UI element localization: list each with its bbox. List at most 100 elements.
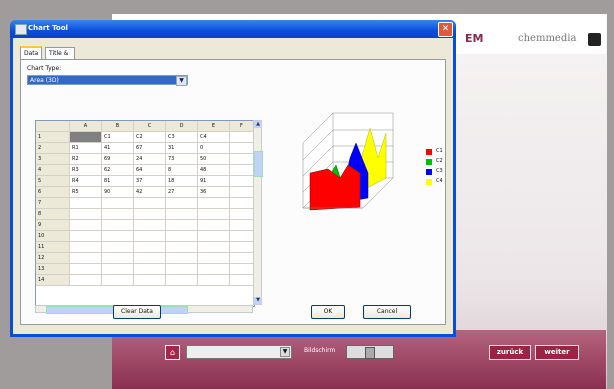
scroll-up-icon[interactable]: ▲ xyxy=(254,121,262,128)
grid-cell[interactable] xyxy=(166,253,198,264)
grid-cell[interactable] xyxy=(70,231,102,242)
grid-cell[interactable] xyxy=(102,209,134,220)
grid-vertical-scrollbar[interactable]: ▲ ▼ xyxy=(253,120,263,305)
grid-cell[interactable] xyxy=(70,253,102,264)
grid-cell[interactable] xyxy=(230,253,254,264)
grid-cell[interactable]: R2 xyxy=(70,154,102,165)
grid-cell[interactable] xyxy=(230,198,254,209)
grid-cell[interactable] xyxy=(166,220,198,231)
grid-cell[interactable] xyxy=(198,209,230,220)
grid-cell[interactable] xyxy=(102,231,134,242)
grid-cell[interactable] xyxy=(198,242,230,253)
home-button[interactable]: ⌂ xyxy=(165,345,180,360)
grid-cell[interactable] xyxy=(102,242,134,253)
cancel-button[interactable]: Cancel xyxy=(363,305,411,319)
grid-cell[interactable] xyxy=(166,264,198,275)
grid-cell[interactable]: C3 xyxy=(166,132,198,143)
grid-cell[interactable]: 27 xyxy=(166,187,198,198)
grid-cell[interactable] xyxy=(70,242,102,253)
grid-cell[interactable]: 73 xyxy=(166,154,198,165)
grid-column-header[interactable]: F xyxy=(230,121,254,132)
ok-button[interactable]: OK xyxy=(311,305,345,319)
grid-cell[interactable] xyxy=(134,198,166,209)
grid-cell[interactable] xyxy=(70,209,102,220)
back-button[interactable]: zurück xyxy=(489,345,531,360)
grid-cell[interactable]: 81 xyxy=(102,176,134,187)
page-select[interactable]: ▼ xyxy=(186,345,292,359)
grid-cell[interactable] xyxy=(166,209,198,220)
grid-column-header[interactable]: D xyxy=(166,121,198,132)
clear-data-button[interactable]: Clear Data xyxy=(113,305,161,319)
next-button[interactable]: weiter xyxy=(535,345,579,360)
grid-cell[interactable] xyxy=(70,275,102,286)
grid-cell[interactable] xyxy=(70,220,102,231)
grid-cell[interactable] xyxy=(70,264,102,275)
grid-cell[interactable] xyxy=(70,132,102,143)
grid-cell[interactable]: 90 xyxy=(102,187,134,198)
grid-cell[interactable] xyxy=(230,132,254,143)
grid-cell[interactable] xyxy=(198,198,230,209)
grid-cell[interactable]: R3 xyxy=(70,165,102,176)
grid-cell[interactable] xyxy=(230,231,254,242)
grid-cell[interactable] xyxy=(134,242,166,253)
grid-cell[interactable] xyxy=(134,264,166,275)
grid-cell[interactable] xyxy=(230,209,254,220)
grid-cell[interactable] xyxy=(230,264,254,275)
dialog-titlebar[interactable]: Chart Tool ✕ xyxy=(10,20,456,38)
grid-cell[interactable] xyxy=(134,275,166,286)
footer-slider[interactable] xyxy=(346,345,394,359)
grid-cell[interactable]: 67 xyxy=(134,143,166,154)
close-icon[interactable]: ✕ xyxy=(438,22,453,37)
grid-column-header[interactable]: A xyxy=(70,121,102,132)
grid-cell[interactable]: 0 xyxy=(198,143,230,154)
grid-cell[interactable] xyxy=(198,253,230,264)
grid-cell[interactable]: 42 xyxy=(134,187,166,198)
scroll-thumb[interactable] xyxy=(254,151,263,177)
grid-cell[interactable] xyxy=(230,220,254,231)
grid-cell[interactable]: C1 xyxy=(102,132,134,143)
grid-cell[interactable] xyxy=(102,275,134,286)
grid-cell[interactable] xyxy=(230,143,254,154)
grid-cell[interactable] xyxy=(198,275,230,286)
grid-cell[interactable]: 48 xyxy=(198,165,230,176)
grid-cell[interactable] xyxy=(134,253,166,264)
grid-cell[interactable] xyxy=(166,231,198,242)
chevron-down-icon[interactable]: ▼ xyxy=(176,76,187,86)
grid-cell[interactable]: 24 xyxy=(134,154,166,165)
grid-cell[interactable] xyxy=(230,165,254,176)
grid-cell[interactable]: 41 xyxy=(102,143,134,154)
grid-cell[interactable] xyxy=(230,176,254,187)
grid-cell[interactable]: R5 xyxy=(70,187,102,198)
slider-handle[interactable] xyxy=(365,347,375,359)
grid-cell[interactable] xyxy=(166,275,198,286)
grid-cell[interactable]: R1 xyxy=(70,143,102,154)
scroll-down-icon[interactable]: ▼ xyxy=(254,297,262,304)
grid-cell[interactable]: C4 xyxy=(198,132,230,143)
grid-cell[interactable]: 18 xyxy=(166,176,198,187)
grid-cell[interactable] xyxy=(166,242,198,253)
grid-column-header[interactable]: E xyxy=(198,121,230,132)
data-grid[interactable]: A B C D E F 1 C1 C2 C3 C4 2 R1 41 67 31 0 3 R2 69 24 73 50 4 R3 6… xyxy=(35,120,255,307)
grid-cell[interactable]: 36 xyxy=(198,187,230,198)
grid-cell[interactable] xyxy=(102,264,134,275)
tab-title-legend[interactable]: Title & Legend xyxy=(45,47,76,68)
grid-cell[interactable]: 31 xyxy=(166,143,198,154)
chart-type-select[interactable]: Area (3D) ▼ xyxy=(27,75,188,86)
grid-cell[interactable] xyxy=(230,242,254,253)
grid-cell[interactable] xyxy=(230,154,254,165)
grid-cell[interactable] xyxy=(102,198,134,209)
grid-cell[interactable]: 64 xyxy=(134,165,166,176)
grid-cell[interactable]: C2 xyxy=(134,132,166,143)
grid-cell[interactable] xyxy=(134,231,166,242)
grid-cell[interactable] xyxy=(134,209,166,220)
grid-cell[interactable] xyxy=(230,187,254,198)
grid-cell[interactable] xyxy=(198,220,230,231)
grid-cell[interactable]: R4 xyxy=(70,176,102,187)
grid-cell[interactable] xyxy=(70,198,102,209)
grid-cell[interactable]: 91 xyxy=(198,176,230,187)
grid-cell[interactable] xyxy=(102,220,134,231)
grid-cell[interactable] xyxy=(230,275,254,286)
grid-cell[interactable]: 8 xyxy=(166,165,198,176)
grid-cell[interactable] xyxy=(198,231,230,242)
grid-cell[interactable] xyxy=(134,220,166,231)
